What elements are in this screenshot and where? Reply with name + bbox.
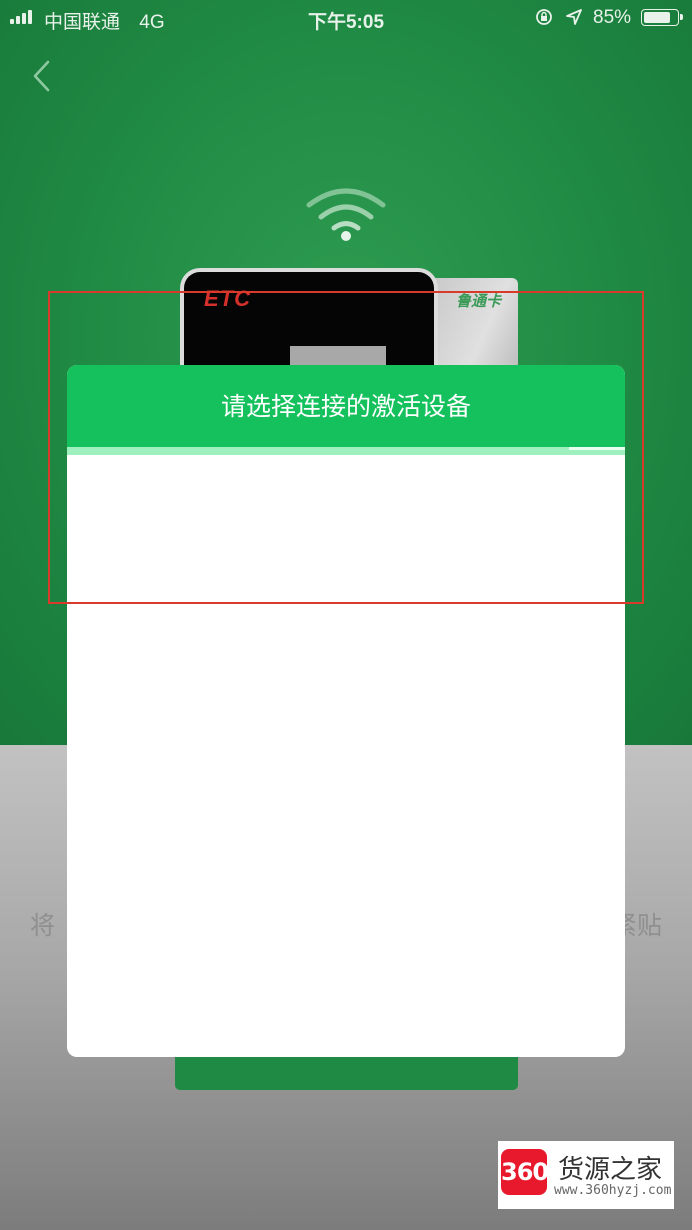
wifi-icon: [306, 188, 386, 241]
location-arrow-icon: [566, 9, 582, 25]
watermark-logo: 360: [501, 1149, 549, 1195]
status-time: 下午5:05: [307, 12, 385, 33]
status-bar: 中国联通 4G 下午5:05 85%: [0, 0, 692, 36]
annotation-highlight-box: [48, 291, 644, 604]
orientation-lock-icon: [536, 9, 552, 25]
watermark-name: 货源之家: [558, 1155, 663, 1185]
battery-fill: [644, 12, 671, 23]
watermark-url: www.360hyzj.com: [554, 1183, 672, 1198]
watermark: 360 货源之家 www.360hyzj.com: [498, 1141, 674, 1209]
chevron-left-icon[interactable]: [28, 58, 58, 94]
battery-icon: [641, 9, 683, 26]
instruction-left: 将: [30, 912, 56, 940]
battery-percent: 85%: [593, 7, 632, 28]
